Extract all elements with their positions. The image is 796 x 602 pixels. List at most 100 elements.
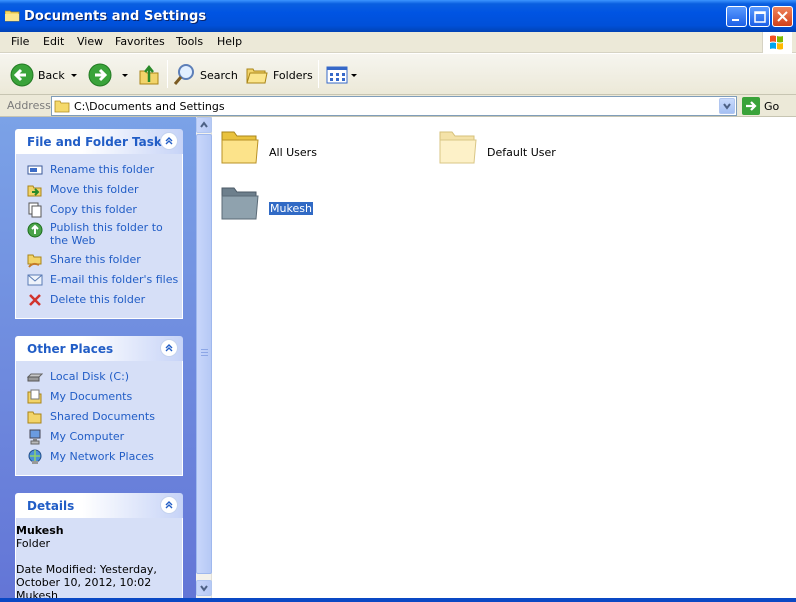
vertical-scrollbar[interactable] — [196, 117, 212, 599]
window-bottom-border — [0, 598, 796, 602]
task-label[interactable]: Publish this folder to the Web — [50, 221, 175, 247]
task-email-files[interactable]: E-mail this folder's files — [16, 270, 182, 290]
folder-all-users[interactable]: All Users — [220, 126, 317, 169]
back-arrow-icon — [10, 63, 34, 87]
window-title: Documents and Settings — [24, 9, 207, 24]
task-share-folder[interactable]: Share this folder — [16, 250, 182, 270]
maximize-button[interactable] — [749, 6, 770, 27]
scroll-up-button[interactable] — [196, 117, 212, 133]
address-dropdown-button[interactable] — [719, 98, 735, 114]
search-button[interactable]: Search — [173, 60, 238, 90]
place-my-computer[interactable]: My Computer — [16, 427, 182, 447]
task-label[interactable]: Share this folder — [50, 253, 141, 266]
details-name: Mukesh — [16, 524, 64, 537]
toolbar: Back Search Folders — [0, 54, 796, 95]
email-icon — [27, 274, 43, 286]
task-delete-folder[interactable]: Delete this folder — [16, 290, 182, 310]
windows-flag-icon — [770, 35, 783, 50]
task-move-folder[interactable]: Move this folder — [16, 180, 182, 200]
details-header[interactable]: Details — [15, 493, 183, 518]
details-type: Folder — [16, 537, 50, 550]
scroll-down-button[interactable] — [196, 580, 212, 596]
task-publish-web[interactable]: Publish this folder to the Web — [16, 220, 182, 250]
folder-label: Default User — [487, 146, 556, 159]
address-value: C:\Documents and Settings — [74, 100, 225, 113]
chevron-up-icon — [165, 344, 173, 352]
chevron-down-icon — [723, 103, 731, 110]
details-box: Details Mukesh Folder Date Modified: Yes… — [15, 493, 183, 602]
up-folder-icon — [139, 64, 159, 85]
back-button[interactable]: Back — [10, 60, 77, 90]
chevron-down-icon[interactable] — [122, 73, 128, 77]
file-folder-tasks-list: Rename this folder Move this folder Copy… — [15, 154, 183, 319]
menu-favorites[interactable]: Favorites — [115, 35, 165, 48]
place-my-network-places[interactable]: My Network Places — [16, 447, 182, 467]
shared-documents-icon — [27, 411, 42, 424]
forward-arrow-icon — [88, 63, 112, 87]
copy-icon — [28, 202, 42, 218]
folders-icon — [246, 68, 268, 84]
menu-tools[interactable]: Tools — [176, 35, 203, 48]
place-label[interactable]: My Computer — [50, 430, 124, 443]
task-label[interactable]: E-mail this folder's files — [50, 273, 178, 286]
task-rename-folder[interactable]: Rename this folder — [16, 160, 182, 180]
up-folder-button[interactable] — [138, 60, 160, 90]
collapse-button[interactable] — [160, 496, 178, 514]
menu-help[interactable]: Help — [217, 35, 242, 48]
share-folder-icon — [27, 254, 42, 268]
other-places-list: Local Disk (C:) My Documents Shared Docu… — [15, 361, 183, 476]
chevron-down-icon[interactable] — [351, 73, 357, 77]
scroll-thumb[interactable] — [196, 134, 212, 574]
thumb-grip — [201, 355, 208, 356]
task-copy-folder[interactable]: Copy this folder — [16, 200, 182, 220]
place-label[interactable]: My Network Places — [50, 450, 154, 463]
folder-default-user[interactable]: Default User — [438, 126, 556, 169]
task-label[interactable]: Move this folder — [50, 183, 139, 196]
chevron-up-icon — [200, 121, 208, 128]
go-button[interactable]: Go — [742, 97, 779, 115]
chevron-up-icon — [165, 501, 173, 509]
collapse-button[interactable] — [160, 339, 178, 357]
views-button[interactable] — [326, 60, 357, 90]
folder-icon — [5, 10, 20, 22]
place-label[interactable]: Shared Documents — [50, 410, 155, 423]
windows-logo — [762, 32, 792, 53]
task-label[interactable]: Rename this folder — [50, 163, 154, 176]
menu-edit[interactable]: Edit — [43, 35, 64, 48]
task-label[interactable]: Copy this folder — [50, 203, 137, 216]
folder-icon — [439, 131, 477, 164]
maximize-icon — [754, 11, 766, 23]
place-local-disk[interactable]: Local Disk (C:) — [16, 367, 182, 387]
menu-file[interactable]: File — [11, 35, 29, 48]
back-label: Back — [38, 68, 65, 82]
place-shared-documents[interactable]: Shared Documents — [16, 407, 182, 427]
folders-button[interactable]: Folders — [245, 60, 313, 90]
folder-label-selected: Mukesh — [268, 201, 314, 216]
menu-view[interactable]: View — [77, 35, 103, 48]
close-button[interactable] — [772, 6, 793, 27]
my-documents-icon — [27, 389, 42, 404]
place-label[interactable]: Local Disk (C:) — [50, 370, 129, 383]
go-arrow-icon — [742, 97, 760, 115]
minimize-button[interactable] — [726, 6, 747, 27]
place-label[interactable]: My Documents — [50, 390, 132, 403]
address-input[interactable]: C:\Documents and Settings — [51, 96, 737, 116]
search-label: Search — [200, 68, 238, 82]
file-folder-tasks-box: File and Folder Tasks Rename this folder… — [15, 129, 183, 319]
place-my-documents[interactable]: My Documents — [16, 387, 182, 407]
details-title: Details — [27, 499, 75, 513]
search-icon — [173, 64, 194, 85]
other-places-header[interactable]: Other Places — [15, 336, 183, 361]
folder-view[interactable]: All Users Default User Mukesh — [196, 117, 796, 602]
toolbar-separator — [318, 60, 319, 88]
task-label[interactable]: Delete this folder — [50, 293, 145, 306]
chevron-down-icon[interactable] — [70, 73, 77, 77]
globe-publish-icon — [27, 222, 43, 238]
close-icon — [777, 11, 788, 22]
folder-mukesh[interactable]: Mukesh — [220, 182, 314, 225]
collapse-button[interactable] — [160, 132, 178, 150]
file-folder-tasks-header[interactable]: File and Folder Tasks — [15, 129, 183, 154]
forward-button[interactable] — [88, 60, 128, 90]
computer-icon — [29, 429, 41, 445]
folder-icon — [221, 131, 259, 164]
